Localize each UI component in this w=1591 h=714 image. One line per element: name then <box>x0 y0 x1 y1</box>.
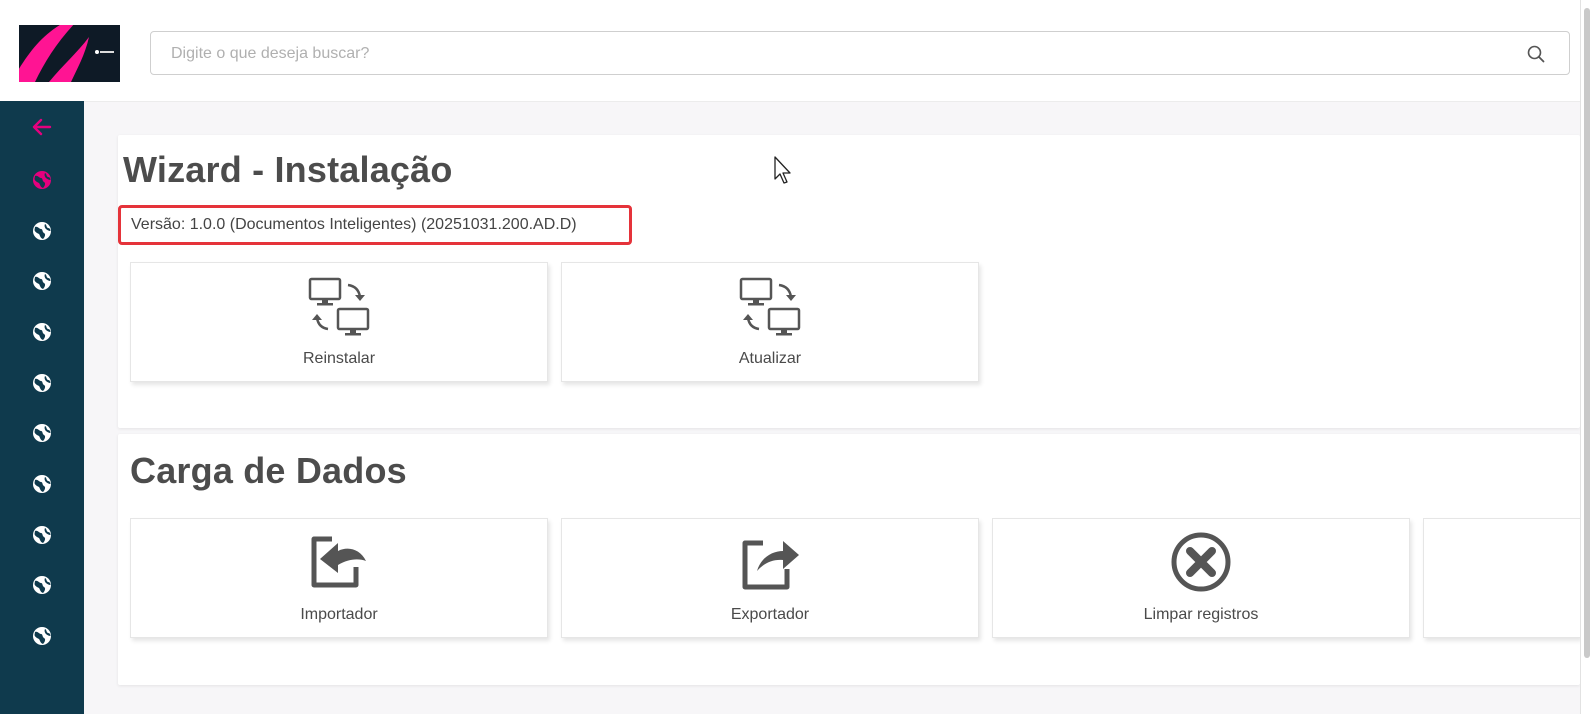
globe-icon <box>31 169 53 196</box>
globe-icon <box>31 473 53 500</box>
sidebar-item-globe[interactable] <box>29 473 55 499</box>
globe-icon <box>31 524 53 551</box>
sidebar-item-globe[interactable] <box>29 422 55 448</box>
globe-icon <box>31 625 53 652</box>
globe-icon <box>31 574 53 601</box>
sidebar-item-globe[interactable] <box>29 321 55 347</box>
back-arrow-icon[interactable] <box>29 114 55 140</box>
sidebar-item-globe[interactable] <box>29 625 55 651</box>
sidebar-item-globe[interactable] <box>29 270 55 296</box>
clear-records-button[interactable]: Limpar registros <box>992 518 1410 638</box>
exporter-label: Exportador <box>730 606 810 623</box>
section-title: Carga de Dados <box>130 450 407 491</box>
sidebar-item-globe-active[interactable] <box>29 169 55 195</box>
mouse-cursor-icon <box>774 156 791 184</box>
sidebar-item-globe[interactable] <box>29 372 55 398</box>
computer-sync-icon <box>308 275 370 342</box>
globe-icon <box>31 321 53 348</box>
update-button[interactable]: Atualizar <box>561 262 979 382</box>
data-load-panel: Carga de Dados Importador Exportador Lim… <box>118 434 1580 685</box>
scrollbar-thumb[interactable] <box>1584 8 1590 658</box>
sidebar-item-globe[interactable] <box>29 220 55 246</box>
import-icon <box>308 531 370 598</box>
search-input[interactable] <box>169 32 1513 76</box>
computer-sync-icon <box>739 275 801 342</box>
globe-icon <box>31 270 53 297</box>
search-box[interactable] <box>150 31 1570 76</box>
clear-circle-x-icon <box>1170 531 1232 598</box>
sidebar-item-globe[interactable] <box>29 524 55 550</box>
globe-icon <box>31 372 53 399</box>
page-title: Wizard - Instalação <box>123 149 453 190</box>
export-icon <box>739 531 801 598</box>
reinstall-label: Reinstalar <box>302 350 376 367</box>
company-logo[interactable] <box>19 25 120 82</box>
sidebar <box>0 101 84 714</box>
app-header <box>0 6 1580 102</box>
globe-icon <box>31 422 53 449</box>
version-info: Versão: 1.0.0 (Documentos Inteligentes) … <box>118 205 632 245</box>
sidebar-item-globe[interactable] <box>29 574 55 600</box>
clear-records-label: Limpar registros <box>1143 606 1259 623</box>
reinstall-button[interactable]: Reinstalar <box>130 262 548 382</box>
globe-icon <box>31 220 53 247</box>
exporter-button[interactable]: Exportador <box>561 518 979 638</box>
search-icon[interactable] <box>1527 45 1545 63</box>
more-action-card-partial[interactable] <box>1423 518 1580 638</box>
importer-button[interactable]: Importador <box>130 518 548 638</box>
wizard-panel: Wizard - Instalação Versão: 1.0.0 (Docum… <box>118 135 1580 428</box>
update-label: Atualizar <box>738 350 802 367</box>
importer-label: Importador <box>300 606 378 623</box>
